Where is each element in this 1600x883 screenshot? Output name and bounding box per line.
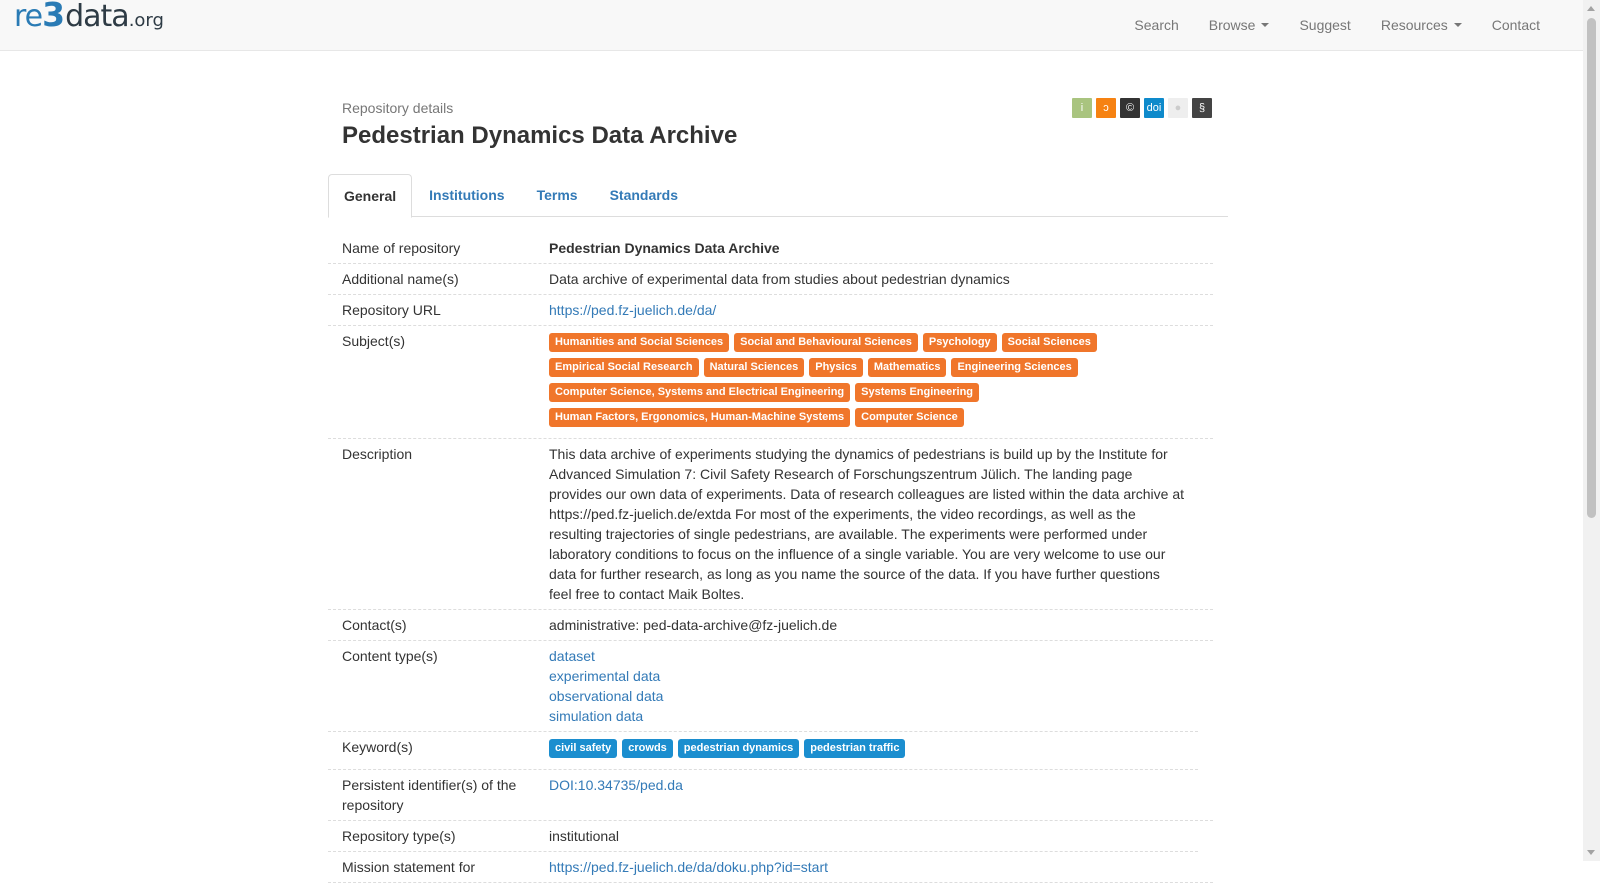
keyword-tag[interactable]: pedestrian dynamics — [677, 739, 800, 758]
open-access-icon[interactable]: ɔ — [1096, 98, 1116, 118]
detail-label: Content type(s) — [342, 648, 438, 664]
page-subtitle: Repository details — [342, 100, 454, 116]
nav-contact[interactable]: Contact — [1477, 0, 1555, 50]
tab-standards[interactable]: Standards — [595, 174, 693, 217]
detail-label: Additional name(s) — [342, 271, 459, 287]
content-type-link[interactable]: experimental data — [549, 668, 660, 684]
keyword-tag[interactable]: crowds — [622, 739, 673, 758]
description-text: This data archive of experiments studyin… — [549, 446, 1185, 602]
detail-label: Repository URL — [342, 302, 441, 318]
keyword-tags: civil safety crowds pedestrian dynamics ped… — [549, 737, 1170, 764]
logo-re: re — [14, 0, 43, 34]
subject-tag[interactable]: Computer Science, Systems and Electrical… — [549, 383, 851, 402]
subject-tags: Humanities and Social Sciences Social and… — [549, 331, 1185, 433]
navbar: re3data.org Search Browse Suggest Resour… — [0, 0, 1583, 51]
logo-org: .org — [128, 10, 164, 31]
nav-suggest-label: Suggest — [1299, 17, 1351, 33]
content-type-link[interactable]: dataset — [549, 648, 595, 664]
content-type-link[interactable]: simulation data — [549, 708, 643, 724]
repository-name: Pedestrian Dynamics Data Archive — [549, 240, 780, 256]
page-title: Pedestrian Dynamics Data Archive — [342, 122, 738, 149]
detail-row-content-types: Content type(s) dataset experimental dat… — [328, 641, 1198, 732]
nav-resources[interactable]: Resources — [1366, 0, 1477, 50]
info-icon[interactable]: i — [1072, 98, 1092, 118]
detail-label: Keyword(s) — [342, 739, 413, 755]
subject-tag[interactable]: Computer Science — [855, 408, 964, 427]
mission-link[interactable]: https://ped.fz-juelich.de/da/doku.php?id… — [549, 859, 828, 875]
scroll-down-icon[interactable] — [1587, 850, 1595, 855]
detail-row-pid: Persistent identifier(s) of the reposito… — [328, 770, 1213, 821]
scroll-thumb[interactable] — [1587, 18, 1596, 518]
detail-row-subjects: Subject(s) Humanities and Social Science… — [328, 326, 1213, 439]
detail-row-contacts: Contact(s) administrative: ped-data-arch… — [328, 610, 1213, 641]
detail-label: Repository type(s) — [342, 828, 456, 844]
additional-name: Data archive of experimental data from s… — [549, 271, 1010, 287]
repository-badges: i ɔ © doi ● § — [1072, 98, 1212, 118]
pid-link[interactable]: DOI:10.34735/ped.da — [549, 777, 683, 793]
detail-row-mission: Mission statement for https://ped.fz-jue… — [328, 852, 1213, 883]
detail-row-keywords: Keyword(s) civil safety crowds pedestrian … — [328, 732, 1198, 770]
nav-suggest[interactable]: Suggest — [1284, 0, 1365, 50]
detail-label: Subject(s) — [342, 333, 406, 349]
doi-icon[interactable]: doi — [1144, 98, 1164, 118]
detail-label: Description — [342, 446, 413, 462]
keyword-tag[interactable]: civil safety — [549, 739, 618, 758]
keyword-tag[interactable]: pedestrian traffic — [804, 739, 906, 758]
nav-search-label: Search — [1134, 17, 1179, 33]
repository-url-link[interactable]: https://ped.fz-juelich.de/da/ — [549, 302, 716, 318]
caret-down-icon — [1453, 23, 1462, 27]
policy-icon[interactable]: § — [1192, 98, 1212, 118]
subject-tag[interactable]: Engineering Sciences — [951, 358, 1078, 377]
contact-value: administrative: ped-data-archive@fz-juel… — [549, 617, 838, 633]
page-scrollbar[interactable] — [1583, 0, 1600, 861]
nav-browse[interactable]: Browse — [1194, 0, 1285, 50]
detail-label: Mission statement for — [342, 859, 476, 875]
tab-general[interactable]: General — [328, 174, 413, 218]
re3data-logo[interactable]: re3data.org — [14, 0, 164, 45]
subject-tag[interactable]: Empirical Social Research — [549, 358, 699, 377]
copyright-icon[interactable]: © — [1120, 98, 1140, 118]
subject-tag[interactable]: Natural Sciences — [703, 358, 805, 377]
detail-label: Name of repository — [342, 240, 461, 256]
detail-row-additional-name: Additional name(s) Data archive of exper… — [328, 264, 1213, 295]
subject-tag[interactable]: Physics — [809, 358, 863, 377]
subject-tag[interactable]: Systems Engineering — [855, 383, 980, 402]
subject-tag[interactable]: Social and Behavioural Sciences — [734, 333, 918, 352]
detail-label: Contact(s) — [342, 617, 407, 633]
detail-row-url: Repository URL https://ped.fz-juelich.de… — [328, 295, 1213, 326]
subject-tag[interactable]: Mathematics — [867, 358, 947, 377]
tab-institutions[interactable]: Institutions — [414, 174, 519, 217]
logo-data: data — [65, 0, 130, 34]
detail-label: Persistent identifier(s) of the reposito… — [342, 777, 517, 813]
content-type-link[interactable]: observational data — [549, 688, 663, 704]
tab-terms[interactable]: Terms — [522, 174, 593, 217]
subject-tag[interactable]: Humanities and Social Sciences — [549, 333, 730, 352]
nav-resources-label: Resources — [1380, 17, 1448, 33]
subject-tag[interactable]: Psychology — [922, 333, 997, 352]
detail-row-name: Name of repository Pedestrian Dynamics D… — [328, 233, 1213, 264]
content-type-list: dataset experimental data observational … — [549, 646, 1198, 726]
caret-down-icon — [1261, 23, 1270, 27]
logo-three: 3 — [42, 0, 66, 34]
nav-contact-label: Contact — [1491, 17, 1540, 33]
subject-tag[interactable]: Social Sciences — [1001, 333, 1097, 352]
certificate-icon[interactable]: ● — [1168, 98, 1188, 118]
scroll-up-icon[interactable] — [1587, 6, 1595, 11]
nav-browse-label: Browse — [1208, 17, 1256, 33]
subject-tag[interactable]: Human Factors, Ergonomics, Human-Machine… — [549, 408, 851, 427]
main-nav: Search Browse Suggest Resources Contact — [1119, 0, 1555, 50]
repository-details: Name of repository Pedestrian Dynamics D… — [328, 233, 1213, 883]
detail-row-repo-type: Repository type(s) institutional — [328, 821, 1198, 852]
detail-tabs: General Institutions Terms Standards — [328, 174, 1228, 218]
nav-search[interactable]: Search — [1119, 0, 1193, 50]
repository-type: institutional — [549, 828, 620, 844]
detail-row-description: Description This data archive of experim… — [328, 439, 1213, 610]
